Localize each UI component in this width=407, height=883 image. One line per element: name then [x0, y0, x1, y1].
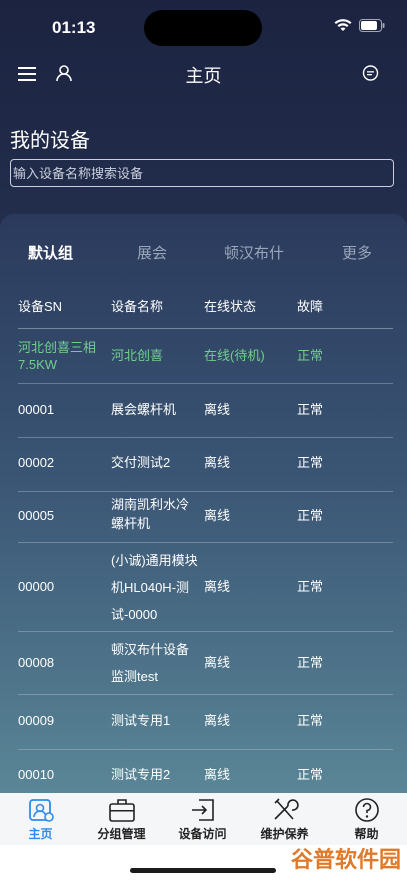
battery-icon: [359, 19, 385, 32]
home-device-icon: [29, 799, 54, 822]
watermark-logo: 谷普软件园: [290, 847, 401, 872]
my-devices-title: 我的设备: [10, 130, 90, 152]
cell-sn: 00002: [18, 455, 55, 470]
table-row[interactable]: 00008 顿汉布什设备监测test 离线 正常: [18, 632, 393, 695]
tab-dunham-bush[interactable]: 顿汉布什: [224, 242, 284, 263]
column-header-name: 设备名称: [111, 299, 164, 314]
cell-status: 离线: [204, 767, 231, 782]
cell-status: 在线(待机): [204, 348, 265, 363]
tabbar-label: 帮助: [354, 827, 379, 841]
cell-sn: 00001: [18, 402, 55, 417]
tabbar-label: 主页: [28, 827, 53, 841]
table-row[interactable]: 00001 展会螺杆机 离线 正常: [18, 384, 393, 438]
cell-status: 离线: [204, 579, 231, 594]
tabbar-label: 维护保养: [260, 827, 309, 841]
tab-more[interactable]: 更多: [342, 242, 372, 263]
cell-name: 测试专用1: [111, 713, 171, 728]
column-header-sn: 设备SN: [18, 299, 63, 314]
cell-name: 湖南凯利水冷螺杆机: [111, 497, 190, 531]
cell-fault: 正常: [297, 508, 324, 523]
home-indicator: [130, 868, 276, 873]
cell-sn: 00000: [18, 579, 55, 594]
tools-icon: [274, 798, 299, 820]
login-arrow-icon: [192, 799, 214, 821]
status-time: 01:13: [52, 18, 96, 37]
page-title: 主页: [185, 66, 222, 86]
cell-status: 离线: [204, 655, 231, 670]
search-box: [10, 159, 397, 187]
tabbar-device-access[interactable]: 设备访问: [162, 793, 243, 845]
search-input[interactable]: [11, 160, 397, 186]
cell-status: 离线: [204, 455, 231, 470]
group-tabs: 默认组 展会 顿汉布什 更多: [0, 242, 407, 266]
cell-sn: 00010: [18, 767, 55, 782]
cell-name: 展会螺杆机: [111, 402, 177, 417]
table-row[interactable]: 00000 (小诚)通用模块机HL040H-测试-0000 离线 正常: [18, 543, 393, 632]
cell-name: 交付测试2: [111, 455, 171, 470]
column-header-fault: 故障: [297, 299, 324, 314]
briefcase-icon: [109, 799, 135, 822]
cell-status: 离线: [204, 713, 231, 728]
tabbar-label: 设备访问: [178, 827, 227, 841]
cell-sn: 00005: [18, 508, 55, 523]
table-row[interactable]: 00005 湖南凯利水冷螺杆机 离线 正常: [18, 492, 393, 543]
cell-sn: 00008: [18, 655, 55, 670]
table-row[interactable]: 河北创喜三相7.5KW 河北创喜 在线(待机) 正常: [18, 329, 393, 384]
app-header: 主页: [0, 58, 407, 90]
table-row[interactable]: 00002 交付测试2 离线 正常: [18, 438, 393, 492]
status-icons: [334, 19, 385, 32]
cell-fault: 正常: [297, 402, 324, 417]
cell-fault: 正常: [297, 579, 324, 594]
tabbar-group-management[interactable]: 分组管理: [81, 793, 162, 845]
help-icon: [355, 798, 379, 822]
bottom-tab-bar: 主页 分组管理 设备访问 维护保养 帮助: [0, 793, 407, 845]
cell-name: 河北创喜: [111, 348, 164, 363]
status-bar: 01:13: [0, 0, 407, 52]
cell-fault: 正常: [297, 655, 324, 670]
device-panel: 默认组 展会 顿汉布什 更多 设备SN 设备名称 在线状态 故障 河北创喜三相7…: [0, 214, 407, 794]
cell-sn: 河北创喜三相7.5KW: [18, 340, 97, 372]
cell-fault: 正常: [297, 348, 324, 363]
cell-fault: 正常: [297, 455, 324, 470]
column-header-status: 在线状态: [204, 299, 257, 314]
tabbar-home[interactable]: 主页: [0, 793, 81, 845]
cell-status: 离线: [204, 508, 231, 523]
tab-default-group[interactable]: 默认组: [28, 242, 73, 263]
cell-sn: 00009: [18, 713, 55, 728]
cell-name: (小诚)通用模块机HL040H-测试-0000: [111, 553, 198, 622]
cell-status: 离线: [204, 402, 231, 417]
cell-fault: 正常: [297, 713, 324, 728]
wifi-icon: [334, 19, 352, 31]
table-row[interactable]: 00009 测试专用1 离线 正常: [18, 695, 393, 750]
tabbar-label: 分组管理: [97, 827, 146, 841]
tab-exhibition[interactable]: 展会: [137, 242, 167, 263]
table-row[interactable]: 00010 测试专用2 离线 正常: [18, 750, 393, 794]
tabbar-help[interactable]: 帮助: [326, 793, 407, 845]
cell-fault: 正常: [297, 767, 324, 782]
cell-name: 测试专用2: [111, 767, 171, 782]
cell-name: 顿汉布什设备监测test: [111, 642, 190, 684]
camera-notch: [144, 10, 262, 46]
tabbar-maintenance[interactable]: 维护保养: [244, 793, 325, 845]
message-icon[interactable]: [362, 65, 379, 82]
